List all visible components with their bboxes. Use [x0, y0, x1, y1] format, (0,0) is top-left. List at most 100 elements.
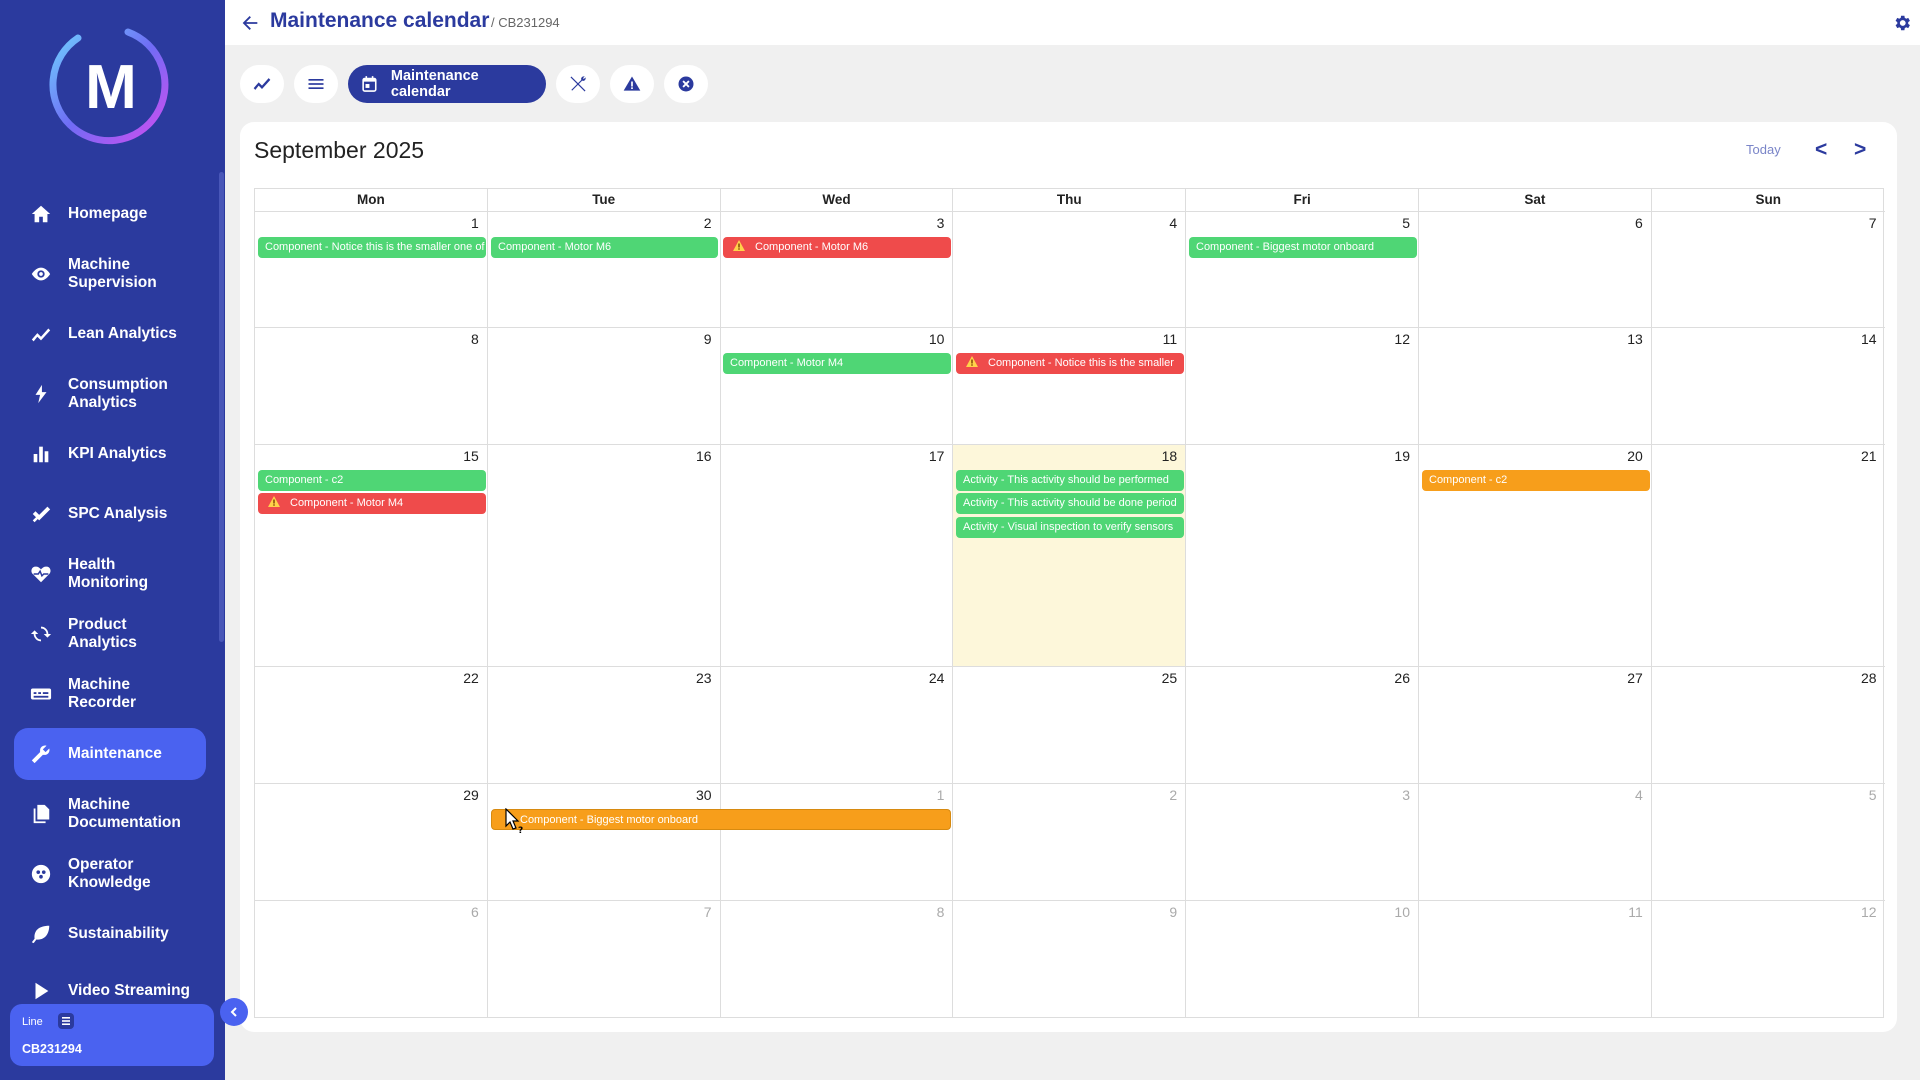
- day-cell[interactable]: 7: [1651, 211, 1885, 327]
- day-cell[interactable]: 30: [487, 783, 721, 900]
- day-cell-other-month[interactable]: 12: [1651, 900, 1885, 1017]
- day-cell-other-month[interactable]: 2: [953, 783, 1187, 900]
- sidebar-item-machine-supervision[interactable]: Machine Supervision: [14, 248, 206, 300]
- event-label: Activity - This activity should be done …: [963, 497, 1177, 509]
- day-number: 12: [1394, 331, 1410, 347]
- calendar-event-overdue[interactable]: Component - Notice this is the smaller: [956, 353, 1184, 374]
- day-number: 11: [1162, 331, 1178, 347]
- calendar-event[interactable]: Component - Motor M4: [723, 353, 951, 374]
- sidebar-item-homepage[interactable]: Homepage: [14, 188, 206, 240]
- day-cell[interactable]: 21: [1651, 444, 1885, 666]
- calendar-event-pending[interactable]: Component - Biggest motor onboard: [491, 809, 951, 830]
- day-cell[interactable]: 23: [487, 666, 721, 783]
- day-cell[interactable]: 27: [1419, 666, 1652, 783]
- day-cell-other-month[interactable]: 7: [487, 900, 721, 1017]
- day-number: 20: [1627, 448, 1643, 464]
- day-cell[interactable]: 28: [1651, 666, 1885, 783]
- day-cell[interactable]: 26: [1186, 666, 1419, 783]
- day-cell[interactable]: 24: [720, 666, 954, 783]
- alerts-button[interactable]: [610, 65, 654, 103]
- check-chart-icon: [32, 506, 51, 523]
- calendar-event[interactable]: Activity - This activity should be perfo…: [956, 470, 1184, 491]
- today-button[interactable]: Today: [1746, 142, 1781, 157]
- calendar-event-pending[interactable]: Component - c2: [1422, 470, 1650, 491]
- list-box-icon[interactable]: [56, 1012, 76, 1030]
- day-cell-other-month[interactable]: 3: [1186, 783, 1419, 900]
- day-cell[interactable]: 11: [953, 327, 1187, 444]
- next-month-button[interactable]: >: [1854, 138, 1866, 162]
- day-cell[interactable]: 3: [720, 211, 954, 327]
- day-cell-other-month[interactable]: 8: [720, 900, 954, 1017]
- day-cell[interactable]: 4: [953, 211, 1187, 327]
- collapse-sidebar-button[interactable]: [220, 998, 248, 1026]
- calendar-event-overdue[interactable]: Component - Motor M6: [723, 237, 951, 258]
- day-cell[interactable]: 10: [720, 327, 954, 444]
- lean-view-button[interactable]: [240, 65, 284, 103]
- day-cell-other-month[interactable]: 11: [1419, 900, 1652, 1017]
- day-cell[interactable]: 13: [1419, 327, 1652, 444]
- day-cell[interactable]: 12: [1186, 327, 1419, 444]
- sidebar-item-health-monitoring[interactable]: Health Monitoring: [14, 548, 206, 600]
- sidebar-item-operator-knowledge[interactable]: Operator Knowledge: [14, 848, 206, 900]
- page-title: Maintenance calendar: [270, 9, 490, 32]
- day-cell[interactable]: 6: [1419, 211, 1652, 327]
- day-cell[interactable]: 25: [953, 666, 1187, 783]
- day-cell[interactable]: 9: [487, 327, 721, 444]
- play-icon: [35, 982, 49, 1000]
- calendar-icon: [362, 76, 377, 92]
- day-cell-other-month[interactable]: 1: [720, 783, 954, 900]
- day-cell-other-month[interactable]: 5: [1651, 783, 1885, 900]
- sidebar-item-label: Machine Recorder: [68, 676, 137, 711]
- sidebar-item-machine-recorder[interactable]: Machine Recorder: [14, 668, 206, 720]
- sidebar-item-kpi-analytics[interactable]: KPI Analytics: [14, 428, 206, 480]
- cancelled-button[interactable]: [664, 65, 708, 103]
- calendar-event[interactable]: Component - Notice this is the smaller o…: [258, 237, 486, 258]
- day-cell-other-month[interactable]: 6: [255, 900, 488, 1017]
- day-cell[interactable]: 1: [255, 211, 488, 327]
- day-number: 9: [703, 331, 712, 347]
- day-cell[interactable]: 29: [255, 783, 488, 900]
- line-selector[interactable]: Line CB231294: [10, 1004, 214, 1066]
- day-cell[interactable]: 17: [720, 444, 954, 666]
- home-icon: [31, 205, 51, 223]
- weekday-header: Fri: [1186, 189, 1419, 211]
- day-cell[interactable]: 14: [1651, 327, 1885, 444]
- maintenance-calendar-button[interactable]: Maintenance calendar: [348, 65, 546, 103]
- warning-icon: [733, 240, 745, 251]
- day-cell-other-month[interactable]: 10: [1186, 900, 1419, 1017]
- sidebar-item-product-analytics[interactable]: Product Analytics: [14, 608, 206, 660]
- calendar-event[interactable]: Activity - This activity should be done …: [956, 493, 1184, 514]
- day-number: 30: [696, 787, 712, 803]
- sidebar-scrollbar[interactable]: [219, 172, 224, 642]
- prev-month-button[interactable]: <: [1815, 138, 1827, 162]
- sidebar-item-spc-analysis[interactable]: SPC Analysis: [14, 488, 206, 540]
- event-label: Component - c2: [1429, 474, 1508, 486]
- back-arrow-icon[interactable]: [239, 12, 261, 34]
- tools-button[interactable]: [556, 65, 600, 103]
- calendar-event[interactable]: Activity - Visual inspection to verify s…: [956, 517, 1184, 538]
- day-number: 2: [1169, 787, 1178, 803]
- calendar-event-overdue[interactable]: Component - Motor M4: [258, 493, 486, 514]
- event-label: Component - Motor M4: [730, 357, 844, 369]
- calendar-event[interactable]: Component - c2: [258, 470, 486, 491]
- day-cell-other-month[interactable]: 9: [953, 900, 1187, 1017]
- sidebar-item-machine-documentation[interactable]: Machine Documentation: [14, 788, 206, 840]
- day-cell[interactable]: 16: [487, 444, 721, 666]
- day-cell[interactable]: 5: [1186, 211, 1419, 327]
- calendar-event[interactable]: Component - Biggest motor onboard: [1189, 237, 1417, 258]
- day-number: 27: [1627, 670, 1643, 686]
- day-cell[interactable]: 22: [255, 666, 488, 783]
- breadcrumb[interactable]: / CB231294: [491, 15, 560, 30]
- sidebar-item-maintenance[interactable]: Maintenance: [14, 728, 206, 780]
- sidebar-item-sustainability[interactable]: Sustainability: [14, 908, 206, 960]
- day-cell-other-month[interactable]: 4: [1419, 783, 1652, 900]
- sidebar-item-consumption-analytics[interactable]: Consumption Analytics: [14, 368, 206, 420]
- day-cell[interactable]: 19: [1186, 444, 1419, 666]
- day-cell[interactable]: 2: [487, 211, 721, 327]
- list-view-button[interactable]: [294, 65, 338, 103]
- app-logo[interactable]: M: [48, 24, 174, 150]
- sidebar-item-lean-analytics[interactable]: Lean Analytics: [14, 308, 206, 360]
- gear-icon[interactable]: [1892, 13, 1912, 33]
- day-cell[interactable]: 8: [255, 327, 488, 444]
- calendar-event[interactable]: Component - Motor M6: [491, 237, 718, 258]
